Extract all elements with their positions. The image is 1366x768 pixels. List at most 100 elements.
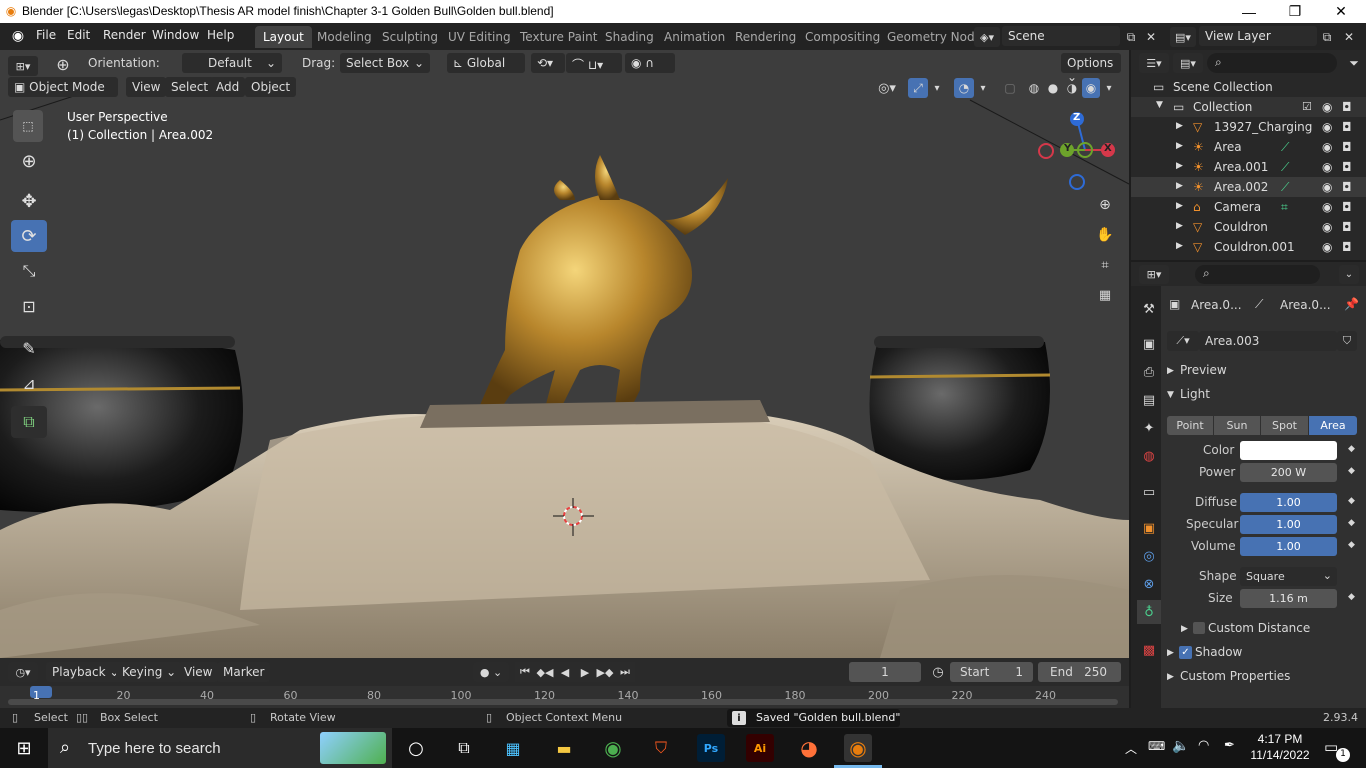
microsoft-store-icon[interactable]: ▦ xyxy=(499,734,527,762)
light-type-point[interactable]: Point xyxy=(1167,416,1213,435)
outliner-item[interactable]: ▶ ☀ Area ⟋ ◉ ◘ xyxy=(1131,137,1366,157)
blender-menu-icon[interactable]: ◉ xyxy=(10,28,26,44)
object-tab-icon[interactable]: ▣ xyxy=(1137,516,1161,540)
measure-tool[interactable]: ⊿ xyxy=(11,367,47,399)
expand-right-icon[interactable]: ▶ xyxy=(1176,121,1183,131)
rendered-shading-icon[interactable]: ◉ xyxy=(1082,78,1100,98)
scene-name-field[interactable]: Scene xyxy=(1002,26,1120,46)
annotate-tool[interactable]: ✎ xyxy=(11,332,47,364)
taskbar-date[interactable]: 11/14/2022 xyxy=(1245,748,1315,762)
new-scene-icon[interactable]: ⧉ xyxy=(1122,28,1140,46)
size-field[interactable]: 1.16 m xyxy=(1240,589,1337,608)
eye-icon[interactable]: ◉ xyxy=(1322,200,1332,214)
camera-view-icon[interactable]: ⌗ xyxy=(1094,254,1116,276)
prev-keyframe-icon[interactable]: ◆◀ xyxy=(535,662,555,682)
pan-hand-icon[interactable]: ✋ xyxy=(1094,224,1116,246)
delete-scene-icon[interactable]: ✕ xyxy=(1142,28,1160,46)
camera-data-icon[interactable]: ⌗ xyxy=(1281,200,1288,215)
visibility-eye-icon[interactable]: ◎▾ xyxy=(872,78,902,98)
expand-right-icon[interactable]: ▶ xyxy=(1176,161,1183,171)
shadow-panel-header[interactable]: Shadow xyxy=(1195,645,1242,659)
render-camera-icon[interactable]: ◘ xyxy=(1342,140,1352,154)
tab-shading[interactable]: Shading xyxy=(597,26,662,48)
close-button[interactable]: ✕ xyxy=(1318,0,1364,23)
volume-slider[interactable]: 1.00 xyxy=(1240,537,1337,556)
collection-tab-icon[interactable]: ▭ xyxy=(1137,480,1161,504)
xray-toggle-icon[interactable]: ▢ xyxy=(1000,78,1020,98)
tab-geometry-nodes[interactable]: Geometry Nod xyxy=(879,26,983,48)
tool-tab-icon[interactable]: ⚒ xyxy=(1137,297,1161,321)
chrome-icon[interactable]: ◉ xyxy=(599,734,627,762)
output-tab-icon[interactable]: ⎙ xyxy=(1137,360,1161,384)
outliner-item[interactable]: ▶ ▽ Couldron ◉ ◘ xyxy=(1131,217,1366,237)
expand-right-icon[interactable]: ▶ xyxy=(1176,221,1183,231)
render-camera-icon[interactable]: ◘ xyxy=(1342,120,1352,134)
volume-icon[interactable]: 🔈 xyxy=(1172,738,1189,754)
transform-tool[interactable]: ⊡ xyxy=(11,290,47,322)
tab-texture-paint[interactable]: Texture Paint xyxy=(512,26,605,48)
render-camera-icon[interactable]: ◘ xyxy=(1342,200,1352,214)
constraints-tab-icon[interactable]: ⊗ xyxy=(1137,572,1161,596)
eye-icon[interactable]: ◉ xyxy=(1322,140,1332,154)
filter-icon[interactable]: ⏷ xyxy=(1345,53,1363,73)
keying-menu[interactable]: Keying ⌄ xyxy=(116,662,183,682)
menu-render[interactable]: Render xyxy=(103,28,146,42)
custom-distance-checkbox[interactable] xyxy=(1193,622,1205,634)
eye-icon[interactable]: ◉ xyxy=(1322,220,1332,234)
timeline-view-menu[interactable]: View xyxy=(178,662,219,682)
outliner-item[interactable]: ▶ ▽ 13927_Charging ◉ ◘ xyxy=(1131,117,1366,137)
properties-search-input[interactable]: ⌕ xyxy=(1195,265,1320,284)
custom-properties-header[interactable]: Custom Properties xyxy=(1180,669,1290,683)
chevron-down-icon[interactable]: ⌄ xyxy=(1339,265,1359,284)
jump-start-icon[interactable]: ⏮ xyxy=(515,662,535,682)
texture-tab-icon[interactable]: ▩ xyxy=(1137,638,1161,662)
zoom-icon[interactable]: ⊕ xyxy=(1094,194,1116,216)
view-layer-selector-icon[interactable]: ▤▾ xyxy=(1170,27,1196,47)
rotate-tool[interactable]: ⟳ xyxy=(11,220,47,252)
transform-orientation-dropdown[interactable]: ⊾ Global xyxy=(447,53,525,73)
auto-keying-icon[interactable]: ● ⌄ xyxy=(473,662,509,682)
view-menu[interactable]: View xyxy=(126,77,167,97)
keyframe-dot-icon[interactable]: ◆ xyxy=(1348,592,1355,602)
solid-shading-icon[interactable]: ● xyxy=(1044,78,1062,98)
overlays-toggle-icon[interactable]: ◔ xyxy=(954,78,974,98)
outliner-search-input[interactable]: ⌕ xyxy=(1207,53,1337,73)
keyframe-dot-icon[interactable]: ◆ xyxy=(1348,466,1355,476)
add-cube-tool[interactable]: ⧉ xyxy=(11,406,47,438)
custom-distance-header[interactable]: Custom Distance xyxy=(1208,621,1310,635)
menu-window[interactable]: Window xyxy=(152,28,199,42)
chevron-down-icon[interactable]: ▾ xyxy=(976,78,990,98)
cortana-icon[interactable]: ○ xyxy=(402,734,430,762)
tab-rendering[interactable]: Rendering xyxy=(727,26,804,48)
shadow-checkbox-checked-icon[interactable]: ✓ xyxy=(1179,646,1192,659)
fake-user-shield-icon[interactable]: ⛉ xyxy=(1337,331,1357,351)
light-panel-header[interactable]: Light xyxy=(1180,387,1210,401)
preview-range-clock-icon[interactable]: ◷ xyxy=(928,662,948,682)
pen-icon[interactable]: ✒ xyxy=(1224,738,1235,753)
expand-right-icon[interactable]: ▶ xyxy=(1176,241,1183,251)
physics-tab-icon[interactable]: ◎ xyxy=(1137,544,1161,568)
breadcrumb-object[interactable]: Area.0... xyxy=(1191,298,1242,312)
menu-edit[interactable]: Edit xyxy=(67,28,90,42)
add-menu[interactable]: Add xyxy=(210,77,246,97)
light-data-icon[interactable]: ⟋ xyxy=(1281,140,1289,155)
proportional-editing-dropdown[interactable]: ◉ ∩ xyxy=(625,53,675,73)
keyframe-dot-icon[interactable]: ◆ xyxy=(1348,540,1355,550)
expand-right-icon[interactable]: ▶ xyxy=(1176,181,1183,191)
datablock-name-field[interactable]: Area.003 xyxy=(1199,331,1337,351)
scene-selector-icon[interactable]: ◈▾ xyxy=(974,27,1000,47)
tab-sculpting[interactable]: Sculpting xyxy=(374,26,446,48)
render-camera-icon[interactable]: ◘ xyxy=(1342,100,1352,114)
minimize-button[interactable]: — xyxy=(1226,0,1272,23)
orientation-dropdown[interactable]: Default ⌄ xyxy=(182,53,282,73)
preview-panel-header[interactable]: Preview xyxy=(1180,363,1227,377)
tab-uv-editing[interactable]: UV Editing xyxy=(440,26,519,48)
play-reverse-icon[interactable]: ◀ xyxy=(555,662,575,682)
tab-modeling[interactable]: Modeling xyxy=(309,26,380,48)
network-icon[interactable]: ◠ xyxy=(1198,738,1209,753)
breadcrumb-data[interactable]: Area.0... xyxy=(1280,298,1331,312)
display-mode-icon[interactable]: ▤▾ xyxy=(1173,53,1203,73)
eye-icon[interactable]: ◉ xyxy=(1322,120,1332,134)
render-camera-icon[interactable]: ◘ xyxy=(1342,160,1352,174)
perspective-toggle-icon[interactable]: ▦ xyxy=(1094,284,1116,306)
